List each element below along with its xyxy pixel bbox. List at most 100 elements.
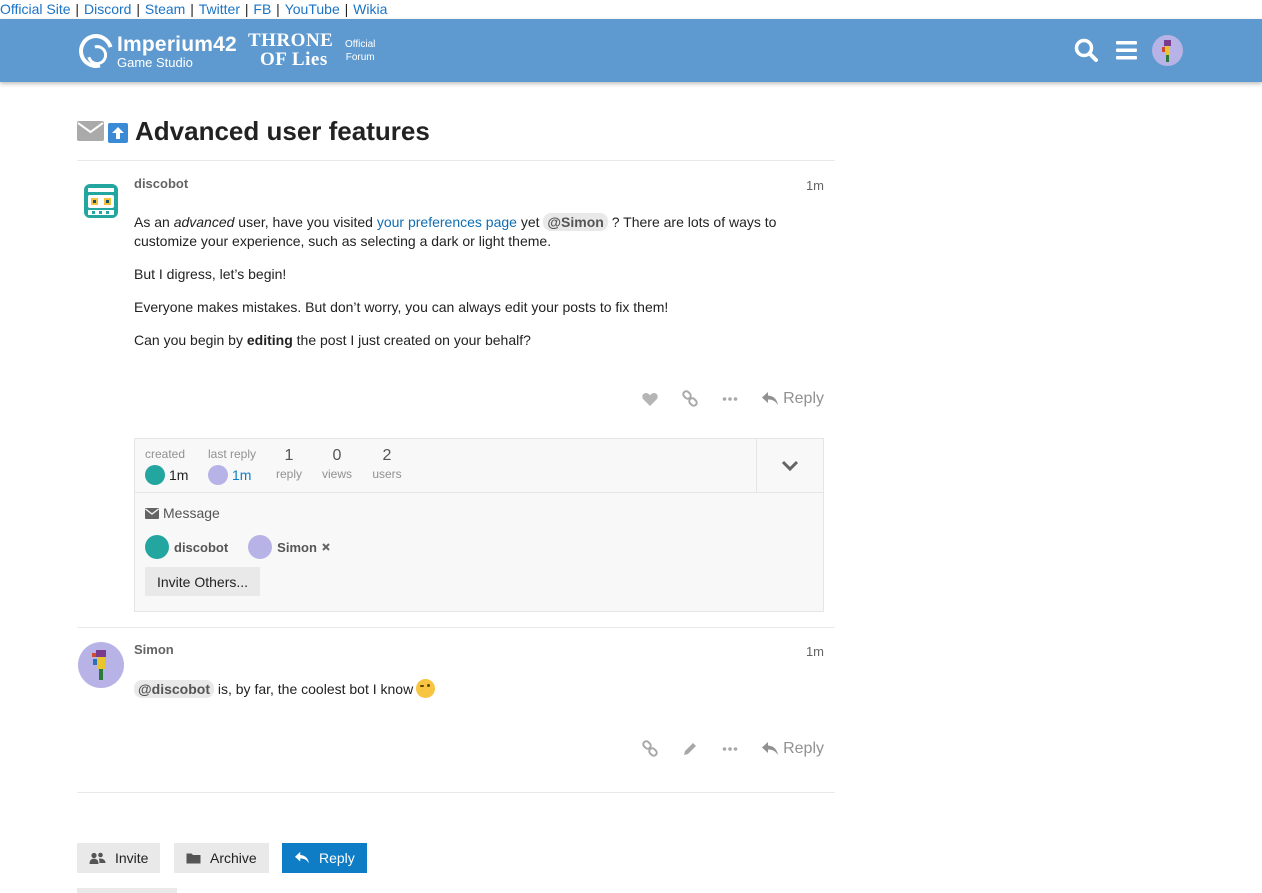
link-separator: | — [272, 1, 284, 17]
reply-icon — [295, 851, 309, 864]
link-steam[interactable]: Steam — [145, 1, 185, 17]
game-title-line2: OF Lies — [260, 49, 328, 70]
studio-subtitle: Game Studio — [117, 54, 193, 70]
site-header: Imperium42 Game Studio THRONE OF Lies Of… — [0, 19, 1262, 82]
invite-others-button[interactable]: Invite Others... — [145, 567, 261, 596]
participants-list: discobot Simon — [145, 535, 351, 559]
participant-name: discobot — [174, 539, 229, 555]
last-reply-value: 1m — [232, 467, 252, 483]
discobot-avatar — [145, 535, 169, 559]
replies-stat: 1 reply — [276, 447, 302, 481]
reply-button[interactable]: Reply — [761, 740, 824, 758]
winking-face-emoji — [416, 679, 436, 698]
official-line: Official — [345, 39, 376, 50]
link-discord[interactable]: Discord — [84, 1, 131, 17]
chevron-down-icon — [781, 460, 799, 472]
archive-label: Archive — [210, 850, 257, 866]
imperium42-logo[interactable]: Imperium42 Game Studio — [72, 27, 237, 75]
link-separator: | — [240, 1, 253, 17]
link-separator: | — [71, 1, 83, 17]
preferences-link[interactable]: your preferences page — [377, 214, 517, 230]
link-icon[interactable] — [641, 740, 659, 758]
users-label: users — [372, 467, 402, 481]
topic-map: created 1m last reply 1m 1 reply 0 views… — [134, 438, 824, 612]
reply-icon — [762, 742, 779, 755]
replies-label: reply — [276, 467, 303, 481]
reply-topic-label: Reply — [319, 850, 355, 866]
mention-discobot[interactable]: @discobot — [134, 680, 214, 698]
link-twitter[interactable]: Twitter — [199, 1, 240, 17]
posts-end-divider — [77, 792, 835, 793]
link-separator: | — [132, 1, 144, 17]
users-icon — [89, 852, 106, 864]
hamburger-icon[interactable] — [1114, 37, 1142, 65]
reply-button[interactable]: Reply — [761, 390, 824, 408]
views-count: 0 — [332, 447, 342, 464]
topic-title-row: Advanced user features — [77, 113, 835, 161]
link-official-site[interactable]: Official Site — [0, 1, 71, 17]
post-body: @discobot is, by far, the coolest bot I … — [134, 679, 784, 713]
official-forum-label: Official Forum — [345, 38, 375, 64]
invite-button[interactable]: Invite — [77, 843, 161, 873]
throne-of-lies-logo[interactable]: THRONE OF Lies — [248, 31, 333, 69]
post-body: As an advanced user, have you visited yo… — [134, 213, 784, 364]
simon-avatar[interactable] — [78, 642, 124, 688]
mention-simon[interactable]: @Simon — [543, 213, 608, 231]
archive-button[interactable]: Archive — [174, 843, 269, 873]
reply-label: Reply — [783, 740, 824, 757]
ellipsis-icon[interactable] — [721, 740, 739, 758]
replies-count: 1 — [284, 447, 294, 464]
post-username[interactable]: Simon — [134, 642, 174, 657]
last-reply-stat[interactable]: last reply 1m — [208, 447, 256, 485]
studio-name: Imperium42 — [117, 32, 237, 56]
topic-map-summary: created 1m last reply 1m 1 reply 0 views… — [135, 439, 823, 493]
post-actions: Reply — [619, 390, 824, 408]
post-simon: Simon 1m @discobot is, by far, the coole… — [77, 628, 835, 792]
reply-topic-button[interactable]: Reply — [282, 843, 367, 873]
participant-simon[interactable]: Simon — [248, 535, 331, 559]
page-title[interactable]: Advanced user features — [135, 113, 430, 149]
message-label-text: Message — [163, 505, 220, 521]
post-paragraph: Everyone makes mistakes. But don’t worry… — [134, 299, 669, 315]
views-stat: 0 views — [321, 447, 353, 481]
post-discobot: discobot 1m As an advanced user, have yo… — [77, 162, 835, 432]
discobot-avatar[interactable] — [78, 178, 124, 224]
pencil-icon[interactable] — [681, 740, 699, 758]
created-value: 1m — [169, 467, 189, 483]
arrow-up-icon — [108, 123, 128, 143]
link-fb[interactable]: FB — [253, 1, 271, 17]
users-count: 2 — [382, 447, 392, 464]
search-icon[interactable] — [1073, 37, 1101, 65]
top-links-bar: Official Site | Discord | Steam | Twitte… — [0, 0, 1262, 19]
link-wikia[interactable]: Wikia — [353, 1, 387, 17]
link-icon[interactable] — [681, 390, 699, 408]
reply-icon — [762, 392, 779, 405]
ellipsis-icon[interactable] — [721, 390, 739, 408]
folder-icon — [186, 853, 201, 864]
invite-label: Invite — [115, 850, 149, 866]
post-paragraph: But I digress, let’s begin! — [134, 266, 287, 282]
remove-icon[interactable] — [321, 542, 331, 552]
simon-mini-avatar — [208, 465, 228, 485]
post-date[interactable]: 1m — [806, 644, 824, 659]
link-separator: | — [186, 1, 198, 17]
post-paragraph: @discobot is, by far, the coolest bot I … — [134, 679, 784, 699]
participant-discobot[interactable]: discobot — [145, 535, 228, 559]
post-paragraph: Can you begin by editing the post I just… — [134, 332, 531, 348]
partial-button[interactable] — [77, 888, 177, 893]
post-date[interactable]: 1m — [806, 178, 824, 193]
game-title-line1: THRONE — [248, 30, 334, 51]
envelope-icon — [145, 507, 159, 519]
simon-avatar — [248, 535, 273, 559]
post-username[interactable]: discobot — [134, 176, 188, 191]
heart-icon[interactable] — [641, 390, 659, 408]
post-actions: Reply — [619, 740, 824, 758]
swirl-logo-icon — [72, 27, 120, 75]
created-stat[interactable]: created 1m — [145, 447, 188, 485]
link-youtube[interactable]: YouTube — [285, 1, 340, 17]
users-stat: 2 users — [371, 447, 403, 481]
topic-map-toggle[interactable] — [756, 439, 823, 493]
user-avatar[interactable] — [1152, 35, 1183, 66]
reply-label: Reply — [783, 390, 824, 407]
last-reply-label: last reply — [208, 447, 257, 461]
